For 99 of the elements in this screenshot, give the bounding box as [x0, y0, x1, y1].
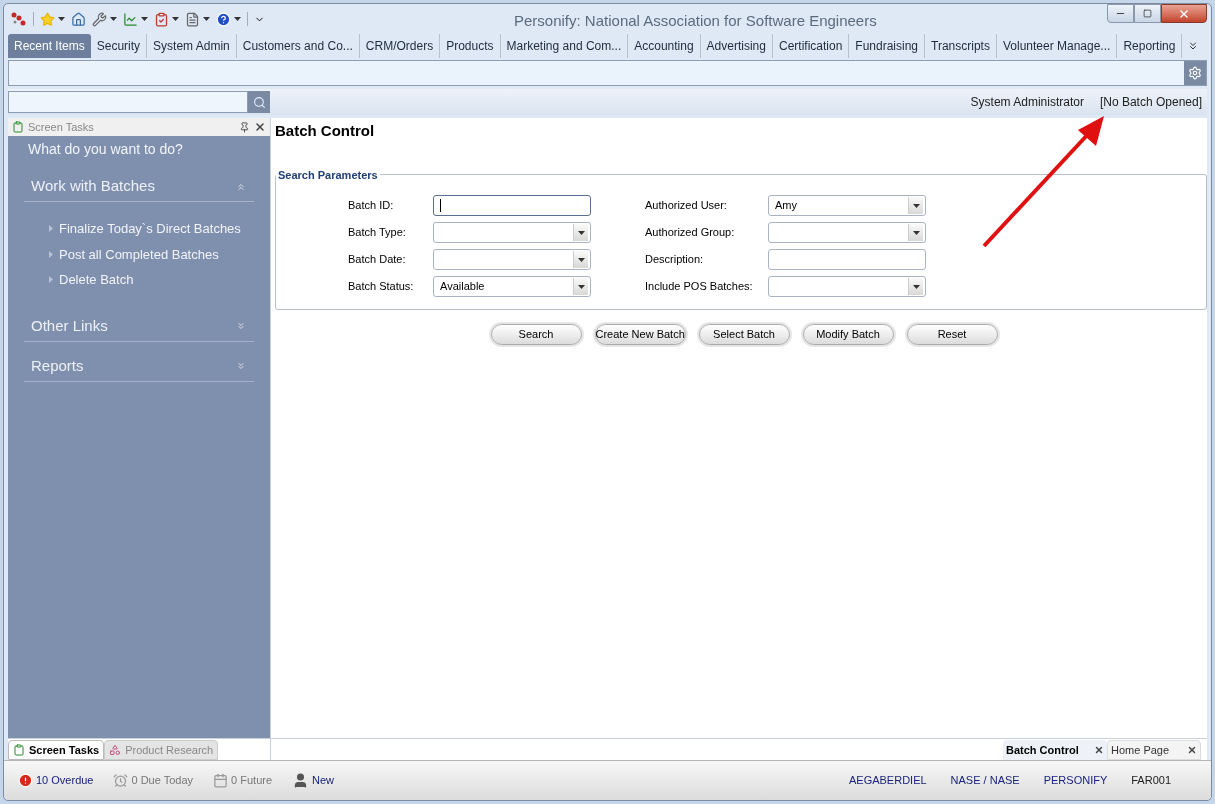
bullet-triangle-icon — [49, 250, 53, 258]
field-label: Batch Status: — [348, 279, 415, 295]
status-info: NASE / NASE — [950, 773, 1020, 789]
field-label: Batch Type: — [348, 225, 407, 241]
maximize-icon — [1143, 9, 1152, 18]
module-tab[interactable]: Recent Items — [8, 34, 91, 58]
status-info: FAR001 — [1131, 773, 1171, 789]
dropdown-caret-icon[interactable] — [172, 17, 179, 21]
action-button[interactable]: Search — [490, 324, 582, 345]
dropdown-field[interactable] — [433, 249, 591, 270]
shapes-icon — [109, 744, 122, 756]
close-button[interactable] — [1161, 4, 1207, 23]
module-tab[interactable]: Certification — [773, 34, 850, 58]
module-tab[interactable]: Volunteer Manage... — [996, 34, 1118, 58]
dropdown-caret-icon[interactable] — [110, 17, 117, 21]
text-cursor — [440, 199, 441, 212]
status-item[interactable]: 0 Future — [231, 772, 273, 789]
wrench-icon[interactable] — [92, 11, 107, 27]
app-logo-icon[interactable] — [11, 11, 27, 27]
module-tab[interactable]: Customers and Co... — [236, 34, 360, 58]
field-label: Include POS Batches: — [645, 279, 754, 295]
dropdown-caret-icon[interactable] — [912, 284, 920, 289]
field-label: Authorized Group: — [645, 225, 736, 241]
text-input[interactable] — [768, 249, 926, 270]
status-info: AEGABERDIEL — [848, 773, 927, 789]
dropdown-caret-icon[interactable] — [577, 257, 585, 262]
module-tab[interactable]: System Admin — [147, 34, 237, 58]
action-button[interactable]: Modify Batch — [802, 324, 894, 345]
panel-title: Screen Tasks — [28, 119, 94, 135]
clipboard-icon — [13, 744, 25, 756]
close-icon[interactable] — [254, 121, 266, 133]
field-label: Description: — [645, 252, 705, 268]
status-item[interactable]: New — [312, 772, 335, 789]
module-tab[interactable]: Accounting — [628, 34, 701, 58]
status-info: PERSONIFY — [1043, 773, 1108, 789]
bullet-triangle-icon — [49, 276, 53, 284]
field-label: Batch Date: — [348, 252, 407, 268]
action-button[interactable]: Reset — [906, 324, 998, 345]
calendar-icon — [213, 773, 229, 788]
search-field[interactable] — [8, 91, 248, 113]
module-tab[interactable]: Advertising — [700, 34, 773, 58]
batch-status: [No Batch Opened] — [1099, 94, 1202, 111]
search-icon — [252, 95, 266, 109]
fieldset-legend: Search Parameters — [276, 166, 380, 183]
dropdown-field[interactable]: Amy — [768, 195, 926, 216]
module-tab[interactable]: Reporting — [1117, 34, 1183, 58]
dropdown-caret-icon[interactable] — [58, 17, 65, 21]
collapse-icon — [236, 181, 246, 192]
module-tab[interactable]: Security — [90, 34, 148, 58]
dropdown-caret-icon[interactable] — [577, 230, 585, 235]
document-tab[interactable]: Home Page — [1107, 740, 1201, 760]
action-button[interactable]: Create New Batch — [594, 324, 686, 345]
field-label: Authorized User: — [645, 198, 728, 214]
dropdown-caret-icon[interactable] — [203, 17, 210, 21]
pin-icon[interactable] — [239, 121, 250, 133]
search-button[interactable] — [248, 91, 270, 113]
status-item[interactable]: 0 Due Today — [131, 772, 194, 789]
module-tab[interactable]: Transcripts — [925, 34, 997, 58]
close-icon[interactable] — [1187, 745, 1197, 755]
home-icon[interactable] — [71, 11, 86, 27]
module-tab[interactable]: Fundraising — [849, 34, 926, 58]
page-title: Batch Control — [275, 121, 376, 141]
module-tab[interactable]: Products — [440, 34, 501, 58]
sidebar-heading: What do you want to do? — [27, 140, 184, 159]
dropdown-caret-icon[interactable] — [577, 284, 585, 289]
text-input[interactable] — [433, 195, 591, 216]
dropdown-field[interactable] — [768, 276, 926, 297]
star-icon[interactable] — [40, 11, 55, 27]
panel-tab[interactable]: Screen Tasks — [8, 740, 105, 760]
dropdown-field[interactable] — [768, 222, 926, 243]
module-tab[interactable]: CRM/Orders — [359, 34, 441, 58]
close-icon[interactable] — [1094, 745, 1104, 755]
close-icon — [1178, 7, 1190, 20]
alarm-clock-icon — [113, 773, 129, 788]
action-button[interactable]: Select Batch — [698, 324, 790, 345]
settings-icon[interactable] — [1188, 66, 1202, 80]
dropdown-field[interactable] — [433, 222, 591, 243]
checklist-icon[interactable] — [154, 11, 169, 27]
more-tabs-icon[interactable] — [1187, 40, 1199, 52]
module-tab[interactable]: Marketing and Com... — [500, 34, 629, 58]
document-icon[interactable] — [185, 11, 200, 27]
status-item[interactable]: 10 Overdue — [36, 772, 94, 789]
document-tab[interactable]: Batch Control — [1003, 740, 1107, 760]
alert-icon — [18, 773, 33, 788]
bullet-triangle-icon — [49, 225, 53, 233]
expand-icon — [236, 361, 246, 371]
dropdown-caret-icon[interactable] — [234, 17, 241, 21]
minimize-button[interactable] — [1107, 4, 1134, 23]
dropdown-caret-icon[interactable] — [141, 17, 148, 21]
maximize-button[interactable] — [1134, 4, 1161, 23]
field-label: Batch ID: — [348, 198, 395, 214]
user-name: System Administrator — [970, 94, 1084, 111]
window-title: Personify: National Association for Software Engineers — [514, 11, 877, 31]
dropdown-caret-icon[interactable] — [912, 230, 920, 235]
expand-icon — [236, 321, 246, 331]
clipboard-icon — [12, 121, 24, 133]
dropdown-field[interactable]: Available — [433, 276, 591, 297]
dropdown-caret-icon[interactable] — [912, 203, 920, 208]
help-icon[interactable] — [216, 11, 231, 27]
